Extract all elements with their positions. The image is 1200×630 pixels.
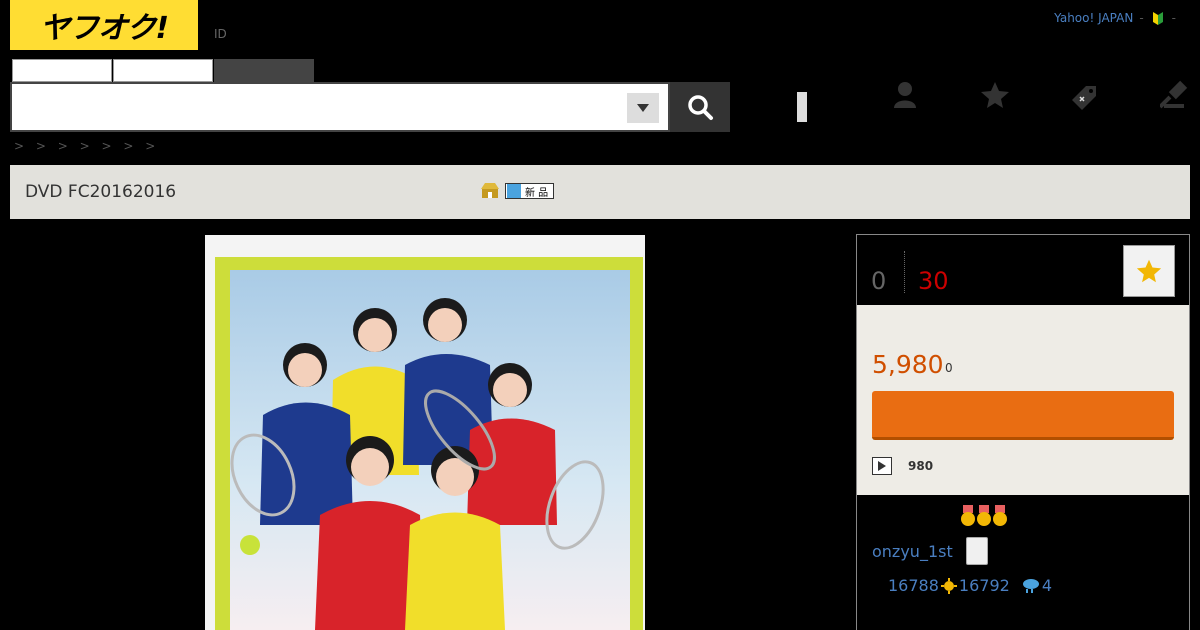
breadcrumb[interactable]: > > > > > > >: [14, 139, 159, 153]
shipping-info: 980: [872, 457, 933, 475]
yahoo-auction-logo[interactable]: ヤフオク!: [10, 0, 198, 50]
nav-item-sell[interactable]: [1040, 80, 1130, 120]
search-tab-2[interactable]: [113, 59, 213, 82]
yahoo-japan-link[interactable]: Yahoo! JAPAN: [1054, 11, 1133, 25]
watchlist-button[interactable]: [1123, 245, 1175, 297]
store-icon: [481, 183, 499, 198]
product-photo-illustration: [205, 235, 645, 630]
new-badge-text: 新 品: [525, 187, 549, 199]
rating-bad[interactable]: 4: [1042, 576, 1052, 595]
bid-count: 0: [871, 267, 887, 295]
top-right-links: Yahoo! JAPAN - -: [1054, 10, 1176, 26]
search-box: [10, 82, 670, 132]
item-title: DVD FC20162016: [25, 182, 177, 202]
separator: -: [1139, 11, 1144, 25]
price-tag-icon: [1072, 86, 1096, 110]
buy-now-button[interactable]: [872, 391, 1174, 440]
seller-name[interactable]: onzyu_1st: [872, 542, 953, 561]
gold-medal-icon: [961, 505, 975, 526]
seller-section: onzyu_1st 16788 16792 4: [857, 495, 1189, 630]
gold-medal-icon: [977, 505, 991, 526]
seller-medals: [960, 505, 1008, 527]
sunny-icon: [940, 577, 957, 594]
new-item-badge: 新 品: [505, 183, 555, 199]
beginner-mark-icon[interactable]: [1150, 10, 1166, 26]
marker-bar-icon: [797, 92, 807, 122]
category-dropdown[interactable]: [627, 93, 659, 123]
shipping-expand-button[interactable]: [872, 457, 892, 475]
price-tax-suffix: 0: [945, 361, 953, 375]
shipping-cost: 980: [908, 459, 934, 473]
header-nav: [790, 80, 1200, 122]
nav-item-bid[interactable]: [1130, 80, 1200, 120]
rainy-icon: [1022, 578, 1039, 593]
bid-panel: 0 30 5,980 0 980 onzyu_1st 16788 16792 4: [856, 234, 1190, 630]
chevron-down-icon: [637, 104, 649, 112]
product-image[interactable]: [205, 235, 645, 630]
bid-status: 0 30: [857, 235, 1189, 305]
current-price: 5,980: [872, 350, 944, 379]
search-button[interactable]: [670, 82, 730, 132]
search-tab-3[interactable]: [214, 59, 314, 82]
user-icon: [894, 82, 916, 108]
star-icon: [1136, 259, 1162, 283]
gavel-icon: [1160, 80, 1188, 109]
nav-item-my-auction[interactable]: [860, 80, 950, 120]
time-left: 30: [918, 267, 949, 295]
search-tab-1[interactable]: [12, 59, 112, 82]
nav-item-marker[interactable]: [790, 80, 814, 122]
star-icon: [981, 82, 1009, 108]
divider: [904, 251, 905, 293]
logo-text: ヤフオク!: [39, 11, 169, 46]
id-label[interactable]: ID: [214, 27, 227, 41]
item-title-bar: DVD FC20162016 新 品: [10, 165, 1190, 219]
search-input[interactable]: [12, 84, 612, 130]
badge-square-icon: [507, 184, 521, 198]
item-status-icons: 新 品: [481, 183, 555, 199]
price-section: 5,980 0 980: [857, 305, 1189, 495]
separator: -: [1171, 11, 1176, 25]
rating-total[interactable]: 16788: [888, 576, 939, 595]
rating-good[interactable]: 16792: [959, 576, 1010, 595]
seller-badge-icon: [966, 537, 988, 565]
play-icon: [878, 461, 886, 471]
search-scope-tabs: [12, 59, 315, 82]
search-icon: [688, 95, 713, 120]
gold-medal-icon: [993, 505, 1007, 526]
nav-item-watchlist[interactable]: [950, 80, 1040, 120]
seller-ratings: 16788 16792 4: [888, 576, 1052, 595]
